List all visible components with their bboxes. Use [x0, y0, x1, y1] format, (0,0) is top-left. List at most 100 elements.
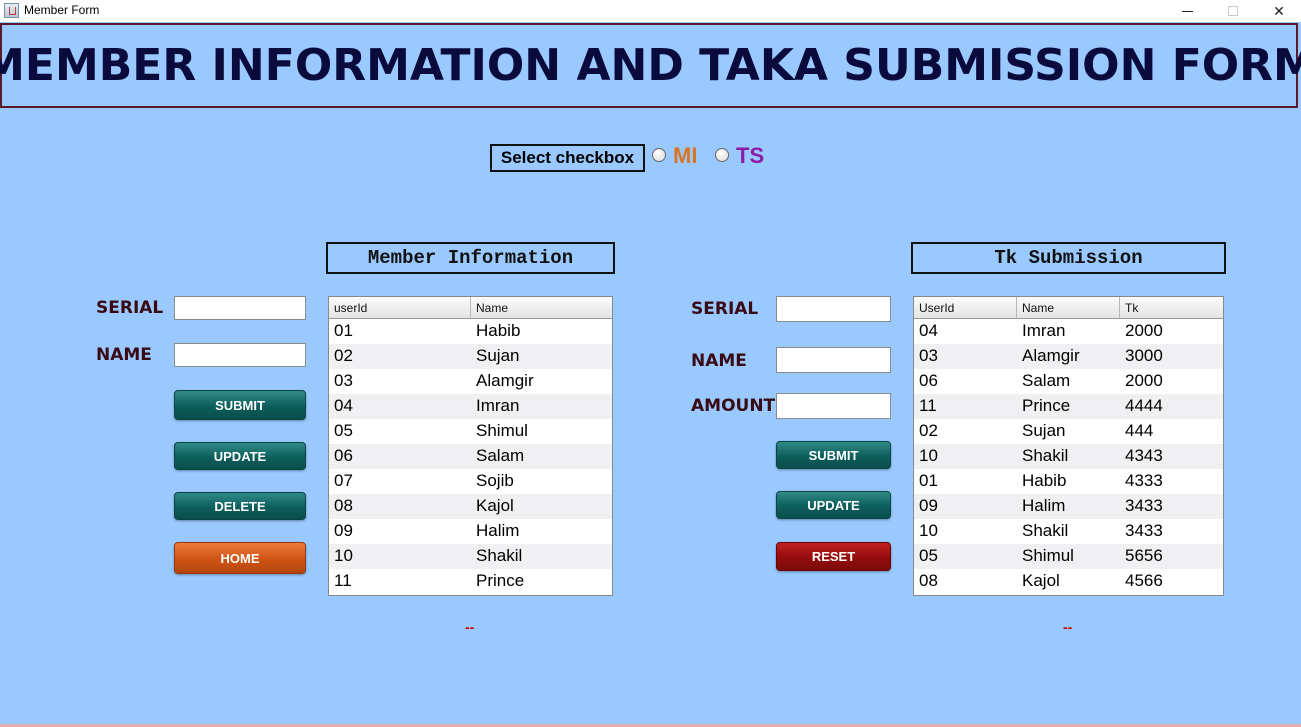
radio-mi[interactable] [652, 148, 666, 162]
ts-submit-button[interactable]: SUBMIT [776, 441, 891, 469]
ts-name-input[interactable] [776, 347, 891, 373]
table-cell: Salam [1022, 371, 1071, 390]
column-header[interactable]: UserId [914, 297, 1017, 318]
table-cell: 02 [334, 346, 353, 365]
table-cell: Prince [476, 571, 525, 590]
table-cell: 11 [919, 396, 937, 415]
table-cell: 09 [334, 521, 353, 540]
mi-delete-button[interactable]: DELETE [174, 492, 306, 520]
table-cell: 4444 [1125, 396, 1163, 415]
table-cell: 05 [919, 546, 938, 565]
table-cell: 3433 [1125, 496, 1163, 515]
table-row[interactable]: 01 Habib [329, 319, 612, 344]
table-row[interactable]: 11 Prince 4444 [914, 394, 1223, 419]
ts-update-button[interactable]: UPDATE [776, 491, 891, 519]
table-cell: 09 [919, 496, 938, 515]
table-row[interactable]: 10 Shakil 3433 [914, 519, 1223, 544]
table-cell: 3000 [1125, 346, 1163, 365]
table-row[interactable]: 03 Alamgir 3000 [914, 344, 1223, 369]
table-cell: Habib [476, 321, 521, 340]
banner-title: MEMBER INFORMATION AND TAKA SUBMISSION F… [0, 40, 1301, 91]
table-cell: 2000 [1125, 321, 1163, 340]
table-cell: Shakil [1022, 521, 1069, 540]
mi-status-text: -- [465, 619, 475, 635]
radio-mi-label[interactable]: MI [673, 143, 697, 169]
ts-amount-label: AMOUNT [691, 396, 776, 416]
member-info-title: Member Information [326, 242, 615, 274]
table-row[interactable]: 04 Imran 2000 [914, 319, 1223, 344]
radio-ts[interactable] [715, 148, 729, 162]
table-cell: 03 [919, 346, 938, 365]
tk-submission-table[interactable]: UserId Name Tk 04 Imran 2000 03 Alamgir 3000 0… [913, 296, 1224, 596]
member-info-table[interactable]: userId Name 01 Habib 02 Sujan 03 Alamgir 04 Imr… [328, 296, 613, 596]
mi-update-button[interactable]: UPDATE [174, 442, 306, 470]
java-app-icon [4, 3, 19, 18]
ts-amount-input[interactable] [776, 393, 891, 419]
table-row[interactable]: 08 Kajol 4566 [914, 569, 1223, 594]
table-cell: 06 [919, 371, 938, 390]
close-button[interactable]: ✕ [1256, 0, 1301, 22]
table-cell: 01 [334, 321, 353, 340]
table-row[interactable]: 09 Halim [329, 519, 612, 544]
maximize-button[interactable] [1210, 0, 1256, 22]
table-header: userId Name [329, 297, 612, 319]
table-row[interactable]: 02 Sujan [329, 344, 612, 369]
table-row[interactable]: 10 Shakil 4343 [914, 444, 1223, 469]
table-cell: 08 [334, 496, 353, 515]
table-cell: Sujan [476, 346, 520, 365]
window-titlebar: Member Form ✕ [0, 0, 1301, 22]
table-cell: 01 [919, 471, 938, 490]
mi-serial-input[interactable] [174, 296, 306, 320]
column-header[interactable]: Name [1017, 297, 1120, 318]
column-header[interactable]: Name [471, 297, 612, 318]
radio-ts-label[interactable]: TS [736, 143, 764, 169]
table-cell: Shimul [476, 421, 528, 440]
maximize-icon [1228, 6, 1238, 16]
table-cell: 3433 [1125, 521, 1163, 540]
close-icon: ✕ [1273, 2, 1285, 19]
banner: MEMBER INFORMATION AND TAKA SUBMISSION F… [0, 23, 1301, 108]
table-cell: 4343 [1125, 446, 1163, 465]
ts-serial-input[interactable] [776, 296, 891, 322]
table-cell: 05 [334, 421, 353, 440]
table-cell: 10 [334, 546, 353, 565]
mi-name-input[interactable] [174, 343, 306, 367]
minimize-icon [1181, 10, 1193, 12]
table-row[interactable]: 05 Shimul [329, 419, 612, 444]
table-row[interactable]: 04 Imran [329, 394, 612, 419]
table-cell: Kajol [1022, 571, 1060, 590]
table-row[interactable]: 07 Sojib [329, 469, 612, 494]
table-cell: 4566 [1125, 571, 1163, 590]
table-cell: 04 [919, 321, 938, 340]
table-row[interactable]: 09 Halim 3433 [914, 494, 1223, 519]
table-row[interactable]: 06 Salam 2000 [914, 369, 1223, 394]
minimize-button[interactable] [1164, 0, 1210, 22]
column-header[interactable]: userId [329, 297, 471, 318]
table-cell: 10 [919, 446, 938, 465]
table-row[interactable]: 05 Shimul 5656 [914, 544, 1223, 569]
form-content: MEMBER INFORMATION AND TAKA SUBMISSION F… [0, 22, 1301, 727]
table-row[interactable]: 03 Alamgir [329, 369, 612, 394]
reset-button[interactable]: RESET [776, 542, 891, 571]
table-cell: Imran [1022, 321, 1066, 340]
table-row[interactable]: 10 Shakil [329, 544, 612, 569]
table-row[interactable]: 06 Salam [329, 444, 612, 469]
table-cell: 11 [334, 571, 352, 590]
table-cell: 06 [334, 446, 353, 465]
table-cell: Alamgir [1022, 346, 1080, 365]
table-cell: Shimul [1022, 546, 1074, 565]
table-cell: Halim [1022, 496, 1066, 515]
table-row[interactable]: 02 Sujan 444 [914, 419, 1223, 444]
table-row[interactable]: 01 Habib 4333 [914, 469, 1223, 494]
table-cell: Salam [476, 446, 525, 465]
table-cell: Shakil [1022, 446, 1069, 465]
column-header[interactable]: Tk [1120, 297, 1223, 318]
table-row[interactable]: 11 Prince [329, 569, 612, 594]
table-cell: Shakil [476, 546, 523, 565]
table-cell: 10 [919, 521, 938, 540]
home-button[interactable]: HOME [174, 542, 306, 574]
table-cell: 4333 [1125, 471, 1163, 490]
table-row[interactable]: 08 Kajol [329, 494, 612, 519]
mi-submit-button[interactable]: SUBMIT [174, 390, 306, 420]
mi-name-label: NAME [96, 345, 152, 365]
